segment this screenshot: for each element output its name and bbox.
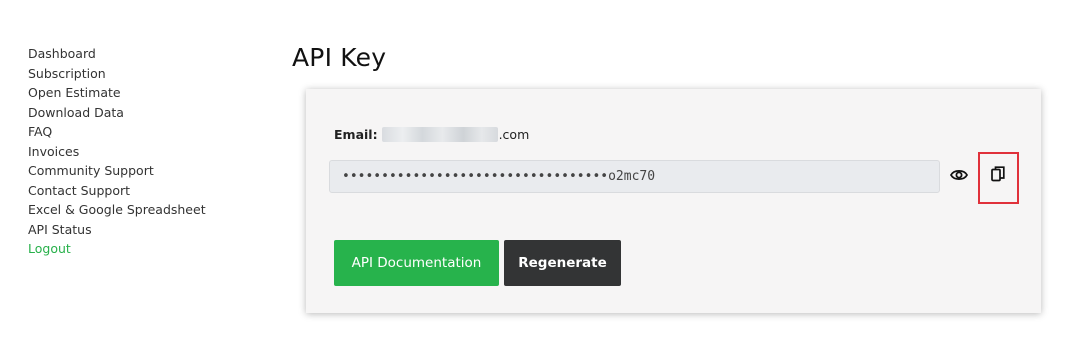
api-key-card: Email: .com API Documentation Regenerate: [306, 89, 1041, 313]
copy-icon: [991, 166, 1005, 186]
sidebar-item-logout[interactable]: Logout: [28, 239, 206, 259]
email-row: Email: .com: [334, 127, 529, 142]
email-suffix: .com: [498, 127, 530, 142]
email-redacted-blur: [381, 127, 498, 142]
sidebar-item-download-data[interactable]: Download Data: [28, 103, 206, 123]
sidebar-item-subscription[interactable]: Subscription: [28, 64, 206, 84]
regenerate-button[interactable]: Regenerate: [504, 240, 621, 286]
sidebar-item-community-support[interactable]: Community Support: [28, 161, 206, 181]
copy-key-button[interactable]: [988, 165, 1008, 187]
page-title: API Key: [292, 43, 387, 72]
reveal-key-button[interactable]: [948, 165, 970, 187]
api-key-field[interactable]: [329, 160, 940, 193]
sidebar-nav: Dashboard Subscription Open Estimate Dow…: [28, 44, 206, 259]
sidebar-item-faq[interactable]: FAQ: [28, 122, 206, 142]
eye-icon: [949, 167, 969, 186]
sidebar-item-excel-google-spreadsheet[interactable]: Excel & Google Spreadsheet: [28, 200, 206, 220]
sidebar-item-api-status[interactable]: API Status: [28, 220, 206, 240]
sidebar-item-invoices[interactable]: Invoices: [28, 142, 206, 162]
sidebar-item-dashboard[interactable]: Dashboard: [28, 44, 206, 64]
api-documentation-button[interactable]: API Documentation: [334, 240, 499, 286]
email-label: Email:: [334, 127, 378, 142]
sidebar-item-contact-support[interactable]: Contact Support: [28, 181, 206, 201]
sidebar-item-open-estimate[interactable]: Open Estimate: [28, 83, 206, 103]
